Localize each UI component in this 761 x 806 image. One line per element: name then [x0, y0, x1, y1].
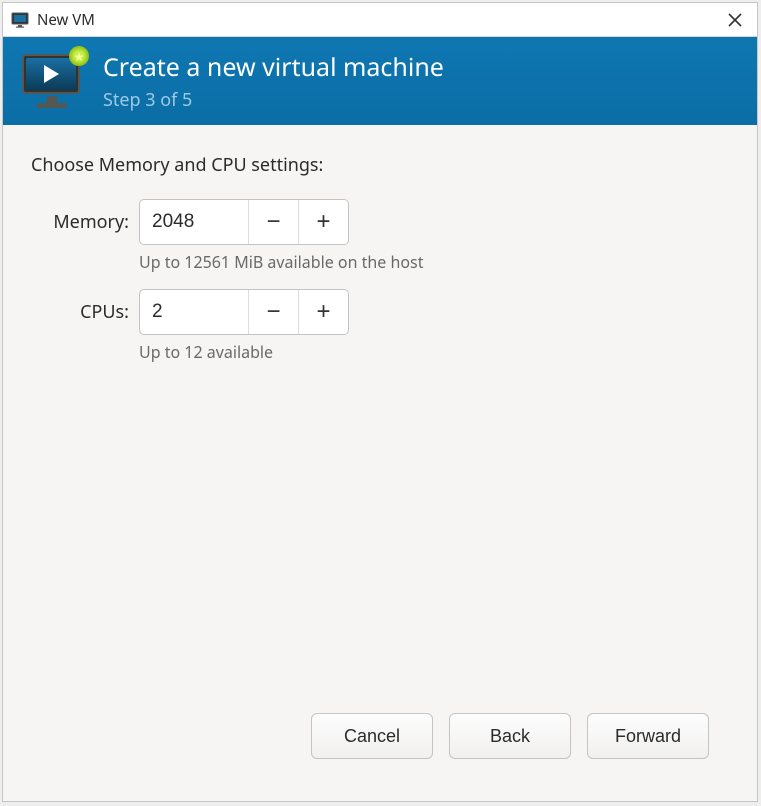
cpus-decrement-button[interactable]: − — [248, 290, 298, 334]
cpus-row: CPUs: − + — [31, 289, 729, 335]
back-button[interactable]: Back — [449, 713, 571, 759]
wizard-banner: Create a new virtual machine Step 3 of 5 — [3, 37, 757, 125]
section-heading: Choose Memory and CPU settings: — [31, 153, 729, 177]
cpus-increment-button[interactable]: + — [298, 290, 348, 334]
wizard-footer: Cancel Back Forward — [31, 695, 729, 783]
cpus-label: CPUs: — [31, 300, 129, 324]
memory-increment-button[interactable]: + — [298, 200, 348, 244]
close-button[interactable] — [721, 6, 749, 34]
memory-hint-row: Up to 12561 MiB available on the host — [31, 251, 729, 273]
titlebar: New VM — [3, 3, 757, 37]
memory-input[interactable] — [140, 200, 248, 244]
memory-row: Memory: − + — [31, 199, 729, 245]
content-area: Choose Memory and CPU settings: Memory: … — [3, 125, 757, 801]
memory-decrement-button[interactable]: − — [248, 200, 298, 244]
cpus-spinner: − + — [139, 289, 349, 335]
cpus-hint-row: Up to 12 available — [31, 341, 729, 363]
minus-icon: − — [266, 208, 280, 236]
banner-text: Create a new virtual machine Step 3 of 5 — [103, 50, 444, 112]
banner-title: Create a new virtual machine — [103, 50, 444, 84]
memory-label: Memory: — [31, 210, 129, 234]
app-icon — [11, 12, 31, 28]
plus-icon: + — [316, 208, 330, 236]
forward-button[interactable]: Forward — [587, 713, 709, 759]
cpus-input[interactable] — [140, 290, 248, 334]
memory-spinner: − + — [139, 199, 349, 245]
close-icon — [728, 13, 742, 27]
cpus-hint: Up to 12 available — [139, 341, 273, 363]
banner-step: Step 3 of 5 — [103, 88, 444, 112]
window-title: New VM — [37, 10, 721, 30]
cancel-button[interactable]: Cancel — [311, 713, 433, 759]
plus-icon: + — [316, 298, 330, 326]
vm-monitor-icon — [21, 52, 85, 110]
window-new-vm: New VM Create a new virtual machine Step… — [2, 2, 758, 802]
memory-hint: Up to 12561 MiB available on the host — [139, 251, 423, 273]
minus-icon: − — [266, 298, 280, 326]
